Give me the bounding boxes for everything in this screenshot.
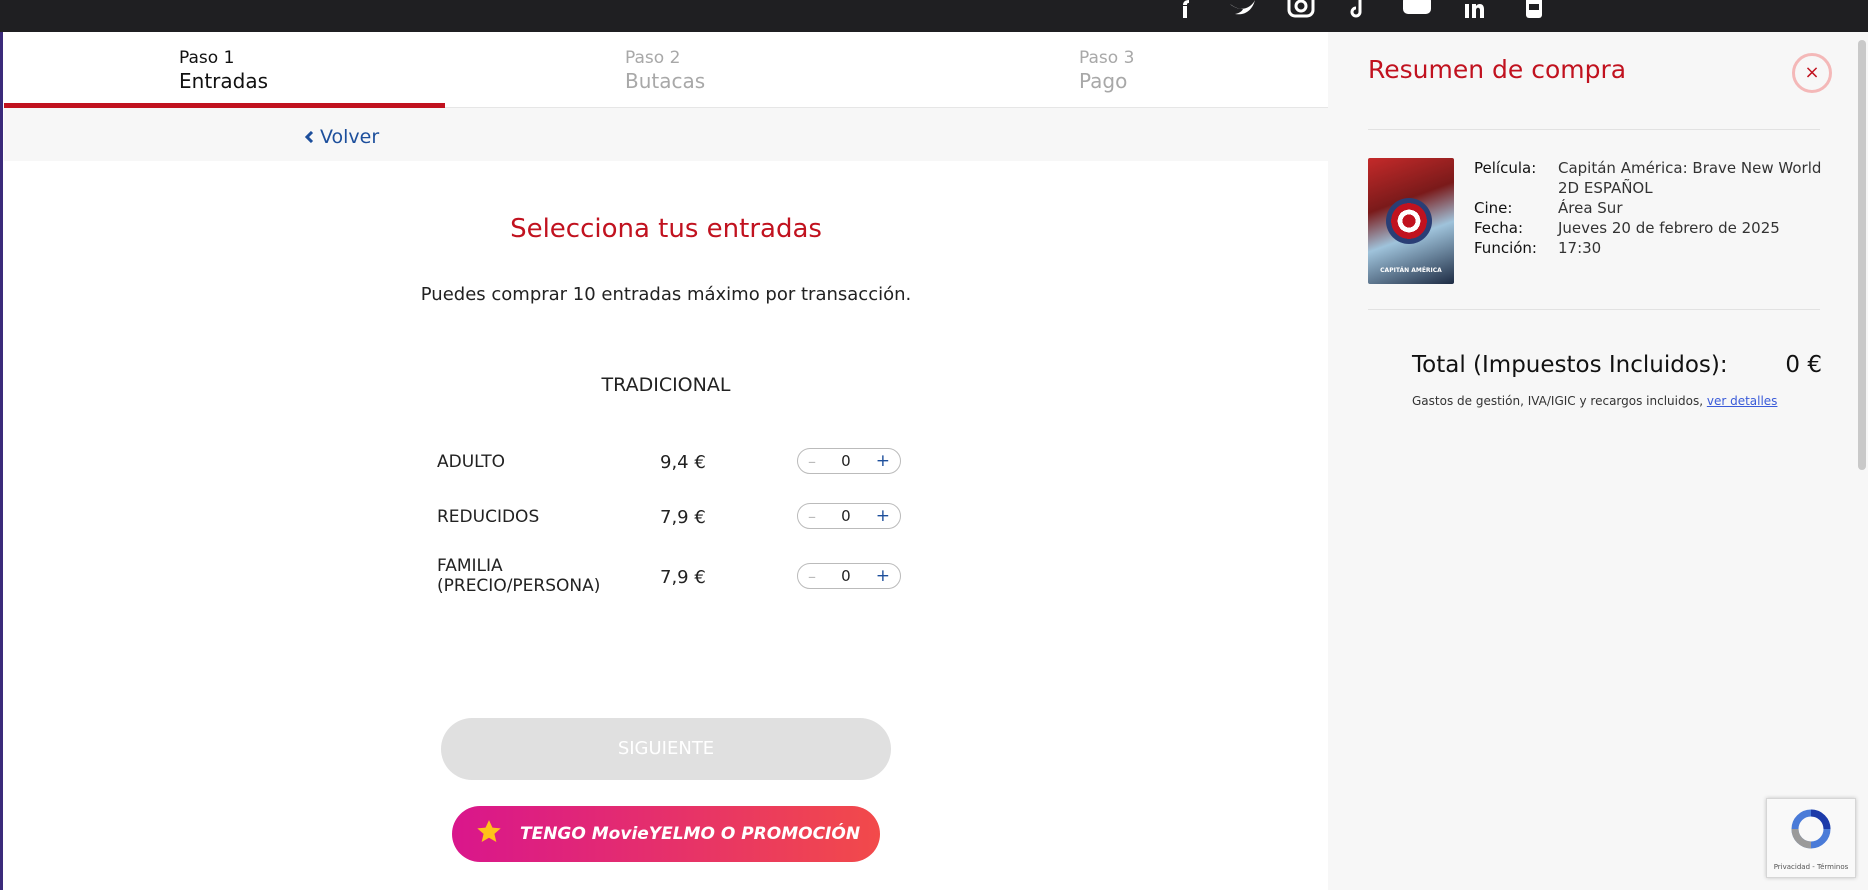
step-label: Butacas [625,69,706,93]
step-number: Paso 3 [1079,48,1135,68]
date-label: Fecha: [1474,219,1524,237]
twitter-icon[interactable] [1228,0,1258,18]
site-topbar [0,0,1868,32]
movie-value: Capitán América: Brave New World 2D ESPA… [1558,159,1822,197]
ticket-name-line: FAMILIA [437,556,503,576]
youtube-icon[interactable] [1402,0,1432,18]
max-tickets-note: Puedes comprar 10 entradas máximo por tr… [420,284,912,305]
step-number: Paso 1 [179,48,235,68]
increment-button[interactable]: + [876,451,890,471]
decrement-button[interactable]: – [808,507,816,526]
quantity-value: 0 [841,507,851,525]
movie-label: Película: [1474,159,1537,177]
step-butacas: Paso 2 Butacas [625,48,705,94]
cinema-value: Área Sur [1558,199,1623,217]
fees-text: Gastos de gestión, IVA/IGIC y recargos i… [1412,394,1704,408]
total-value: 0 € [1785,352,1822,378]
step-entradas[interactable]: Paso 1 Entradas [179,48,268,94]
back-bar: Volver [4,108,1328,161]
next-button[interactable]: SIGUIENTE [441,718,891,780]
recaptcha-badge[interactable]: Privacidad - Términos [1766,798,1856,878]
total-row: Total (Impuestos Incluidos): 0 € [1412,352,1822,378]
total-label: Total (Impuestos Incluidos): [1412,352,1728,378]
increment-button[interactable]: + [876,506,890,526]
showtime-value: 17:30 [1558,239,1602,257]
star-icon [476,819,502,850]
social-links [1170,0,1548,20]
scrollbar[interactable] [1858,40,1866,470]
checkout-steps: Paso 1 Entradas Paso 2 Butacas Paso 3 Pa… [4,32,1328,108]
purchase-summary: Resumen de compra × CAPITÁN AMÉRICA Pelí… [1328,32,1868,890]
divider [1368,309,1820,310]
ticket-name: FAMILIA (PRECIO/PERSONA) [437,556,600,596]
mobile-app-icon[interactable] [1518,0,1548,18]
increment-button[interactable]: + [876,566,890,586]
back-label: Volver [320,126,380,148]
date-value: Jueves 20 de febrero de 2025 [1558,219,1780,237]
facebook-icon[interactable] [1170,0,1200,18]
shield-graphic [1386,198,1432,244]
step-pago: Paso 3 Pago [1079,48,1134,94]
ticket-name: REDUCIDOS [437,507,540,527]
promo-label: TENGO MovieYELMO O PROMOCIÓN [520,824,861,844]
ticket-price: 7,9 € [660,507,706,528]
ticket-price: 9,4 € [660,452,706,473]
quantity-stepper: – 0 + [797,503,901,529]
step-label: Pago [1079,69,1128,93]
recaptcha-links: Privacidad - Términos [1773,863,1849,871]
format-title: TRADICIONAL [601,374,731,396]
promo-button[interactable]: TENGO MovieYELMO O PROMOCIÓN [452,806,880,862]
quantity-stepper: – 0 + [797,448,901,474]
fees-details-link[interactable]: ver detalles [1707,394,1778,408]
decrement-button[interactable]: – [808,452,816,471]
ticket-price: 7,9 € [660,567,706,588]
movie-poster: CAPITÁN AMÉRICA [1368,158,1454,284]
quantity-value: 0 [841,452,851,470]
ticket-name: ADULTO [437,452,506,472]
decrement-button[interactable]: – [808,567,816,586]
tiktok-icon[interactable] [1344,0,1374,18]
ticket-row-adulto: ADULTO 9,4 € – 0 + [437,448,907,488]
summary-title: Resumen de compra [1368,55,1627,84]
ticket-row-familia: FAMILIA (PRECIO/PERSONA) 7,9 € – 0 + [437,556,907,604]
close-button[interactable]: × [1792,53,1832,93]
poster-title: CAPITÁN AMÉRICA [1380,267,1442,274]
movie-info: Película: Capitán América: Brave New Worl… [1474,158,1828,258]
recaptcha-icon [1789,807,1833,851]
close-icon: × [1804,62,1820,83]
window-left-edge [0,0,3,890]
fees-note: Gastos de gestión, IVA/IGIC y recargos i… [1412,394,1777,408]
chevron-left-icon [304,126,314,148]
page-title: Selecciona tus entradas [510,214,822,244]
cinema-label: Cine: [1474,199,1513,217]
ticket-name-line: (PRECIO/PERSONA) [437,576,601,596]
ticket-row-reducidos: REDUCIDOS 7,9 € – 0 + [437,503,907,543]
back-link[interactable]: Volver [304,126,379,148]
linkedin-icon[interactable] [1460,0,1490,18]
divider [1368,129,1820,130]
quantity-value: 0 [841,567,851,585]
step-number: Paso 2 [625,48,681,68]
step-label: Entradas [179,69,269,93]
instagram-icon[interactable] [1286,0,1316,18]
quantity-stepper: – 0 + [797,563,901,589]
showtime-label: Función: [1474,239,1537,257]
